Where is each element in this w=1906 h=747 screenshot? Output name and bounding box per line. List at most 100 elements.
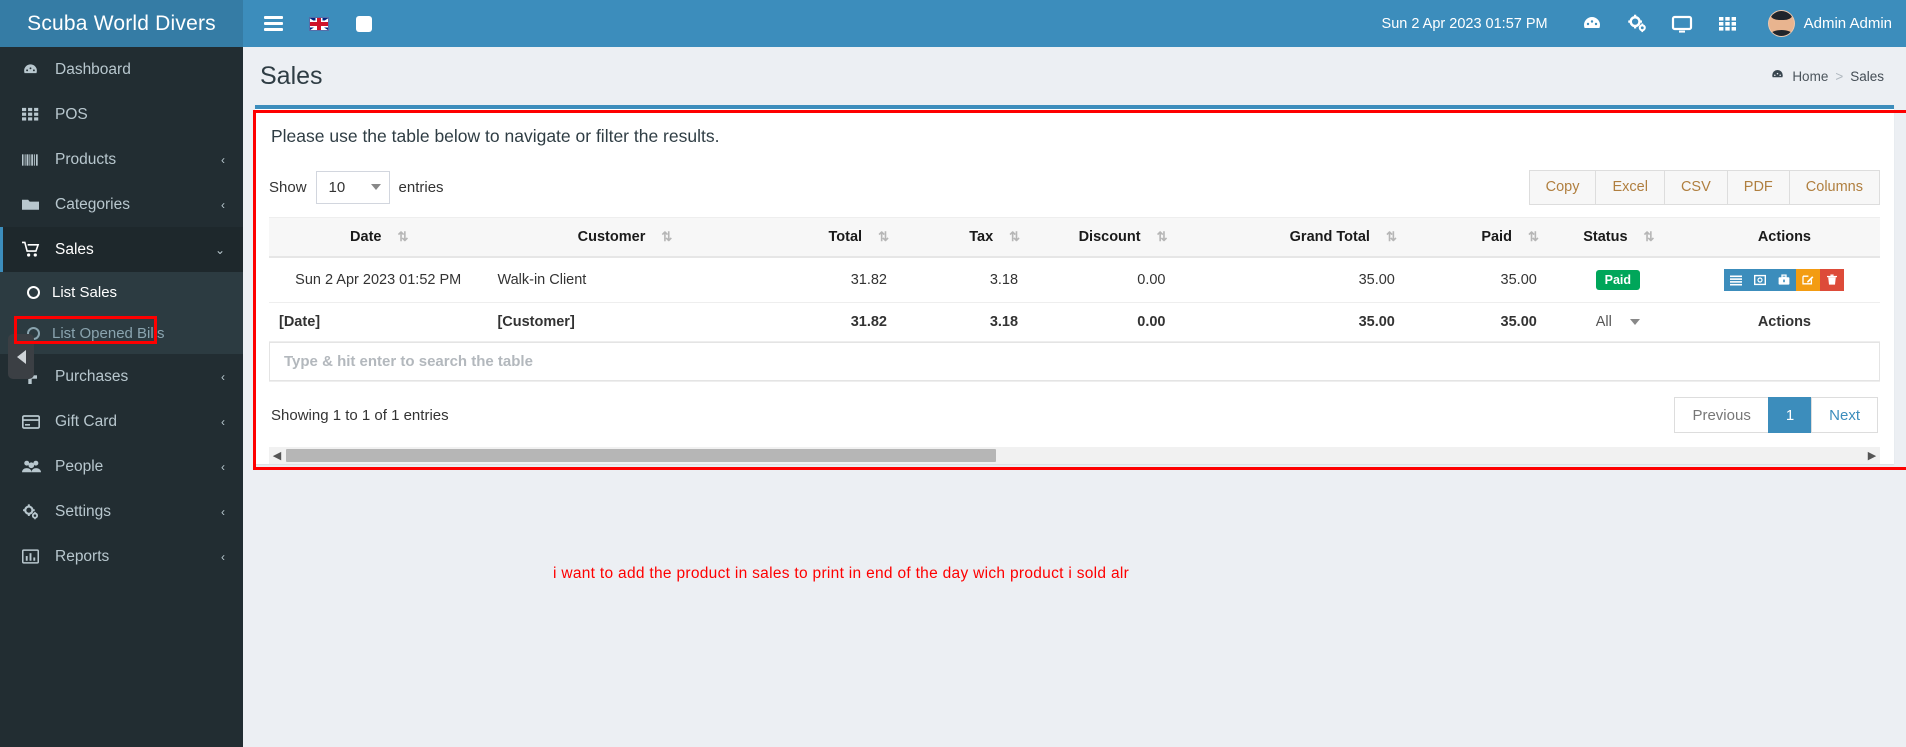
column-header-status[interactable]: Status ⇅ — [1546, 217, 1689, 258]
circle-icon — [27, 286, 40, 299]
annotation-note: i want to add the product in sales to pr… — [553, 565, 1130, 582]
page-length-value: 10 — [328, 178, 346, 196]
sidebar-item-pos[interactable]: POS — [0, 92, 243, 137]
sidebar-item-label: Categories — [55, 195, 130, 213]
sidebar-toggle-button[interactable] — [251, 0, 296, 47]
filter-date[interactable]: [Date] — [269, 302, 488, 342]
horizontal-scrollbar[interactable]: ◀ ▶ — [269, 447, 1880, 464]
cell-status: Paid — [1546, 257, 1689, 303]
sidebar-item-dashboard[interactable]: Dashboard — [0, 47, 243, 92]
column-header-discount[interactable]: Discount ⇅ — [1028, 217, 1176, 258]
filter-status-select[interactable]: All — [1546, 302, 1689, 342]
column-header-paid[interactable]: Paid ⇅ — [1404, 217, 1547, 258]
edit-icon[interactable] — [1796, 269, 1821, 291]
avatar — [1767, 10, 1795, 37]
barcode-icon — [22, 152, 42, 168]
sidebar-item-people[interactable]: People ‹ — [0, 444, 243, 489]
table-row[interactable]: Sun 2 Apr 2023 01:52 PM Walk-in Client 3… — [269, 257, 1880, 303]
breadcrumb: Home > Sales — [1770, 67, 1884, 85]
sidebar-item-list-opened-bills[interactable]: List Opened Bills — [0, 313, 243, 354]
sidebar-item-list-sales[interactable]: List Sales — [0, 272, 243, 313]
chevron-left-icon: ‹ — [221, 414, 225, 429]
credit-card-icon — [22, 414, 42, 429]
column-label: Discount — [1078, 229, 1141, 245]
column-label: Paid — [1481, 229, 1512, 245]
fullscreen-button[interactable] — [341, 0, 386, 47]
sales-panel: Please use the table below to navigate o… — [255, 105, 1894, 464]
page-header: Sales Home > Sales — [243, 47, 1906, 105]
filter-actions-label: Actions — [1688, 302, 1880, 342]
sidebar-item-label: Gift Card — [55, 412, 118, 430]
datatable-info: Showing 1 to 1 of 1 entries — [271, 406, 449, 424]
grid-icon[interactable] — [1705, 0, 1750, 47]
sidebar-item-categories[interactable]: Categories ‹ — [0, 182, 243, 227]
page-length-select[interactable]: 10 — [315, 170, 390, 204]
briefcase-icon[interactable] — [1772, 269, 1797, 291]
scroll-right-arrow-icon[interactable]: ▶ — [1864, 447, 1880, 464]
pagination-page-1[interactable]: 1 — [1767, 397, 1813, 433]
sidebar-item-label: Reports — [55, 547, 110, 565]
breadcrumb-separator: > — [1835, 68, 1844, 84]
dashboard-icon — [22, 61, 42, 78]
excel-button[interactable]: Excel — [1595, 169, 1665, 205]
export-button-group: Copy Excel CSV PDF Columns — [1528, 169, 1880, 205]
delete-icon[interactable] — [1820, 269, 1845, 291]
column-header-tax[interactable]: Tax ⇅ — [897, 217, 1029, 258]
payment-icon[interactable] — [1748, 269, 1773, 291]
cell-total: 31.82 — [760, 257, 897, 303]
column-header-total[interactable]: Total ⇅ — [760, 217, 897, 258]
pagination-next[interactable]: Next — [1811, 397, 1878, 433]
sales-table: Date ⇅ Customer ⇅ Total ⇅ Tax ⇅ Discount… — [269, 217, 1880, 382]
pagination-previous[interactable]: Previous — [1674, 397, 1769, 433]
column-header-customer[interactable]: Customer ⇅ — [487, 217, 761, 258]
sort-icon: ⇅ — [1156, 229, 1168, 244]
table-body: Sun 2 Apr 2023 01:52 PM Walk-in Client 3… — [269, 257, 1880, 382]
chevron-down-icon — [370, 184, 381, 190]
sidebar-collapse-handle[interactable] — [8, 334, 34, 379]
scroll-left-arrow-icon[interactable]: ◀ — [269, 447, 285, 464]
panel-lead-text: Please use the table below to navigate o… — [271, 126, 720, 146]
column-header-grand-total[interactable]: Grand Total ⇅ — [1175, 217, 1405, 258]
column-label: Total — [828, 229, 863, 245]
chevron-left-icon: ‹ — [221, 504, 225, 519]
search-input[interactable] — [269, 342, 1880, 381]
chevron-left-icon: ‹ — [221, 197, 225, 212]
sidebar-item-reports[interactable]: Reports ‹ — [0, 534, 243, 579]
csv-button[interactable]: CSV — [1663, 169, 1728, 205]
page-length-control: Show 10 entries — [269, 170, 444, 204]
user-menu[interactable]: Admin Admin — [1750, 0, 1906, 47]
breadcrumb-home-link[interactable]: Home — [1792, 69, 1828, 84]
pdf-button[interactable]: PDF — [1726, 169, 1790, 205]
sidebar: Dashboard POS Products ‹ Categories ‹ Sa… — [0, 47, 243, 747]
chevron-left-icon: ‹ — [221, 152, 225, 167]
cell-grand-total: 35.00 — [1175, 257, 1405, 303]
copy-button[interactable]: Copy — [1528, 169, 1597, 205]
sidebar-item-settings[interactable]: Settings ‹ — [0, 489, 243, 534]
columns-button[interactable]: Columns — [1788, 169, 1880, 205]
sidebar-item-sales[interactable]: Sales ⌄ — [0, 227, 243, 272]
sidebar-item-label: Dashboard — [55, 60, 131, 78]
cell-customer: Walk-in Client — [487, 257, 761, 303]
brand-logo[interactable]: Scuba World Divers — [0, 0, 243, 47]
dashboard-icon[interactable] — [1570, 0, 1615, 47]
sidebar-item-products[interactable]: Products ‹ — [0, 137, 243, 182]
filter-customer[interactable]: [Customer] — [487, 302, 761, 342]
column-label: Customer — [577, 229, 646, 245]
sort-icon: ⇅ — [878, 229, 889, 244]
row-action-buttons — [1699, 269, 1870, 291]
datatable-toolbar: Show 10 entries Copy Excel CSV PDF Colum… — [269, 165, 1880, 209]
sidebar-item-gift-card[interactable]: Gift Card ‹ — [0, 399, 243, 444]
language-selector[interactable] — [296, 0, 341, 47]
uk-flag-icon — [308, 16, 329, 31]
scrollbar-thumb[interactable] — [286, 449, 996, 462]
sidebar-item-purchases[interactable]: Purchases ‹ — [0, 354, 243, 399]
gears-icon[interactable] — [1615, 0, 1660, 47]
cell-date: Sun 2 Apr 2023 01:52 PM — [269, 257, 488, 303]
screen-icon[interactable] — [1660, 0, 1705, 47]
column-label: Actions — [1757, 229, 1811, 245]
column-header-date[interactable]: Date ⇅ — [269, 217, 488, 258]
cell-paid: 35.00 — [1404, 257, 1547, 303]
pagination: Previous 1 Next — [1674, 397, 1878, 433]
list-icon[interactable] — [1724, 269, 1749, 291]
top-navbar: Scuba World Divers Sun 2 Apr 2023 01:57 … — [0, 0, 1906, 47]
